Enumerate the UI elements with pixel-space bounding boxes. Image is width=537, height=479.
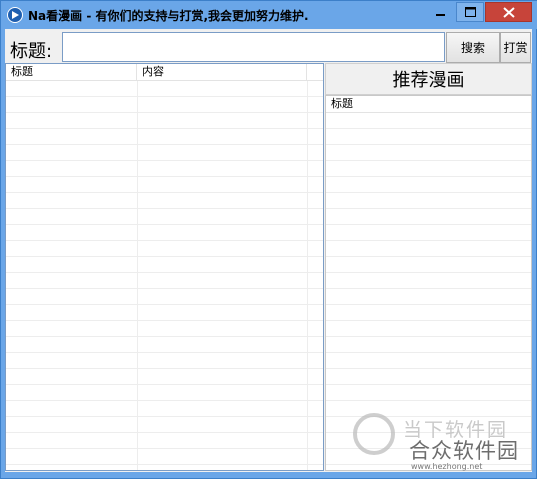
minimize-button[interactable] bbox=[428, 2, 454, 22]
watermark-url: www.hezhong.net bbox=[411, 462, 483, 471]
app-window: Na看漫画 - 有你们的支持与打赏,我会更加努力维护. 标题: 搜索 打赏 标题… bbox=[0, 0, 537, 479]
watermark-logo-icon bbox=[353, 413, 395, 455]
close-icon bbox=[502, 6, 515, 18]
close-button[interactable] bbox=[485, 2, 532, 22]
maximize-button[interactable] bbox=[456, 2, 484, 22]
title-search-input[interactable] bbox=[62, 32, 445, 62]
reward-button[interactable]: 打赏 bbox=[500, 32, 531, 63]
column-header-title[interactable]: 标题 bbox=[326, 96, 531, 113]
results-list-rows bbox=[6, 81, 323, 470]
search-button[interactable]: 搜索 bbox=[446, 32, 500, 63]
client-area: 标题: 搜索 打赏 标题 内容 推荐漫画 标题 bbox=[5, 29, 532, 472]
column-divider bbox=[137, 81, 138, 470]
window-title: Na看漫画 - 有你们的支持与打赏,我会更加努力维护. bbox=[28, 9, 309, 23]
maximize-icon bbox=[464, 7, 476, 17]
play-icon bbox=[7, 7, 23, 23]
column-header-title[interactable]: 标题 bbox=[6, 64, 137, 81]
minimize-icon bbox=[436, 14, 445, 16]
recommend-list-header: 标题 bbox=[326, 96, 531, 113]
recommend-header: 推荐漫画 bbox=[325, 63, 532, 95]
column-header-spacer bbox=[307, 64, 323, 81]
title-bar[interactable]: Na看漫画 - 有你们的支持与打赏,我会更加努力维护. bbox=[1, 1, 537, 29]
column-divider bbox=[307, 81, 308, 470]
watermark-main-text: 合众软件园 bbox=[409, 439, 519, 463]
title-label: 标题: bbox=[10, 41, 53, 62]
results-list[interactable]: 标题 内容 bbox=[5, 63, 324, 471]
results-list-header: 标题 内容 bbox=[6, 64, 323, 81]
column-header-content[interactable]: 内容 bbox=[137, 64, 307, 81]
watermark: 当下软件园 合众软件园 www.hezhong.net bbox=[353, 413, 528, 473]
